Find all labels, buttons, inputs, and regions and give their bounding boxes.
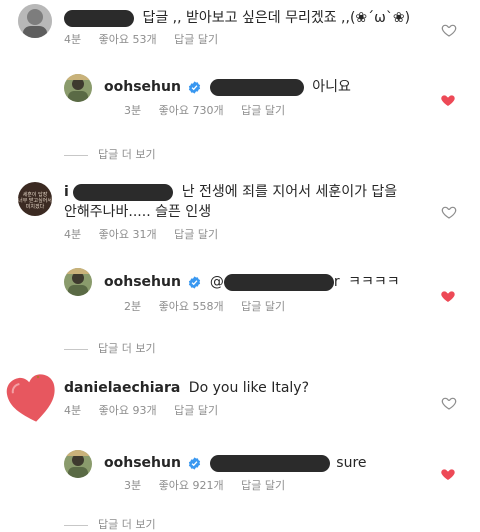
avatar[interactable]: [4, 370, 60, 426]
reply-time: 2분: [124, 300, 142, 313]
reply-row: oohsehun @ r ㅋㅋㅋㅋ 2분 좋아요 558개 답글 달기: [0, 264, 480, 324]
comment-username[interactable]: i: [64, 184, 69, 200]
reply-time: 3분: [124, 479, 142, 492]
comment-time: 4분: [64, 228, 82, 241]
heart-outline-icon[interactable]: [441, 395, 457, 411]
reply-row: oohsehun 아니요 3분 좋아요 730개 답글 달기: [0, 64, 480, 134]
redacted-mention: [209, 454, 330, 472]
like-count[interactable]: 좋아요 730개: [159, 104, 224, 117]
reply-button[interactable]: 답글 달기: [241, 300, 285, 313]
comment-row: danielaechiara Do you like Italy? 4분 좋아요…: [0, 366, 480, 436]
reply-meta: 2분 좋아요 558개 답글 달기: [124, 300, 299, 314]
reply-meta: 3분 좋아요 921개 답글 달기: [124, 479, 299, 493]
divider-dash: [64, 524, 88, 526]
reply-button[interactable]: 답글 달기: [174, 33, 218, 46]
reply-meta: 3분 좋아요 730개 답글 달기: [124, 104, 299, 118]
comment-row: 답글 ,, 받아보고 싶은데 무리겠죠 ,,(❀´ω`❀) 4분 좋아요 53개…: [0, 0, 480, 60]
reply-row: oohsehun sure 3분 좋아요 921개 답글 달기: [0, 446, 480, 506]
comment-time: 4분: [64, 33, 82, 46]
heart-avatar-icon: [6, 374, 55, 422]
like-count[interactable]: 좋아요 53개: [99, 33, 157, 46]
comment-text: Do you like Italy?: [188, 380, 310, 396]
avatar-image-icon: [64, 450, 92, 478]
redacted-mention: [223, 273, 334, 291]
svg-text:미치겠다: 미치겠다: [26, 203, 45, 210]
view-more-replies-label: 답글 더 보기: [98, 148, 156, 161]
heart-outline-icon[interactable]: [441, 22, 457, 38]
view-more-replies-label: 답글 더 보기: [98, 342, 156, 355]
reply-button[interactable]: 답글 달기: [241, 479, 285, 492]
comment-text-line2: 안해주나바..... 슬픈 인생: [64, 204, 212, 220]
heart-icon[interactable]: [440, 92, 456, 108]
divider-dash: [64, 154, 88, 156]
svg-text:너무 받고싶어서: 너무 받고싶어서: [18, 197, 52, 204]
avatar-image-icon: [64, 74, 92, 102]
reply-text-line: oohsehun 아니요: [104, 78, 351, 96]
like-count[interactable]: 좋아요 558개: [159, 300, 224, 313]
reply-username[interactable]: oohsehun: [104, 455, 181, 471]
reply-text: 아니요: [312, 79, 351, 95]
comment-time: 4분: [64, 404, 82, 417]
avatar-image-icon: 세훈이 답장 너무 받고싶어서 미치겠다: [18, 182, 52, 216]
reply-button[interactable]: 답글 달기: [174, 404, 218, 417]
like-count[interactable]: 좋아요 31개: [99, 228, 157, 241]
avatar[interactable]: [64, 450, 92, 478]
comment-text: 답글 ,, 받아보고 싶은데 무리겠죠 ,,(❀´ω`❀): [142, 10, 411, 26]
avatar[interactable]: [18, 4, 52, 38]
redacted-mention: [209, 78, 304, 96]
avatar[interactable]: [64, 74, 92, 102]
avatar[interactable]: [64, 268, 92, 296]
avatar-image-icon: [18, 4, 52, 38]
verified-badge-icon: [189, 456, 201, 470]
view-more-replies-button[interactable]: 답글 더 보기: [64, 148, 156, 162]
comment-text-line: danielaechiara Do you like Italy?: [64, 379, 309, 397]
reply-text-line: oohsehun @ r ㅋㅋㅋㅋ: [104, 273, 400, 291]
reply-text: sure: [336, 455, 367, 471]
comment-meta: 4분 좋아요 93개 답글 달기: [64, 404, 232, 418]
reply-text-line: oohsehun sure: [104, 454, 367, 472]
comment-text-line: i 난 전생에 죄를 지어서 세훈이가 답을: [64, 183, 397, 201]
avatar-image-icon: [64, 268, 92, 296]
mention-at: @: [209, 274, 224, 290]
heart-icon[interactable]: [440, 288, 456, 304]
view-more-replies-button[interactable]: 답글 더 보기: [64, 518, 156, 532]
view-more-replies-button[interactable]: 답글 더 보기: [64, 342, 156, 356]
comment-text-line1: 난 전생에 죄를 지어서 세훈이가 답을: [181, 184, 398, 200]
mention-tail: r: [333, 274, 340, 290]
reply-username[interactable]: oohsehun: [104, 79, 181, 95]
verified-badge-icon: [189, 275, 201, 289]
verified-badge-icon: [189, 80, 201, 94]
heart-outline-icon[interactable]: [441, 204, 457, 220]
avatar[interactable]: 세훈이 답장 너무 받고싶어서 미치겠다: [18, 182, 52, 216]
reply-time: 3분: [124, 104, 142, 117]
view-more-replies-label: 답글 더 보기: [98, 518, 156, 531]
reply-username[interactable]: oohsehun: [104, 274, 181, 290]
divider-dash: [64, 348, 88, 350]
like-count[interactable]: 좋아요 93개: [99, 404, 157, 417]
reply-button[interactable]: 답글 달기: [241, 104, 285, 117]
comment-text-line: 답글 ,, 받아보고 싶은데 무리겠죠 ,,(❀´ω`❀): [64, 9, 410, 27]
redacted-username: [64, 9, 134, 27]
comment-meta: 4분 좋아요 31개 답글 달기: [64, 228, 232, 242]
reply-text: ㅋㅋㅋㅋ: [348, 274, 400, 290]
reply-button[interactable]: 답글 달기: [174, 228, 218, 241]
redacted-username: [73, 183, 174, 201]
svg-text:세훈이 답장: 세훈이 답장: [23, 191, 48, 198]
heart-icon[interactable]: [440, 466, 456, 482]
comment-row: 세훈이 답장 너무 받고싶어서 미치겠다 i 난 전생에 죄를 지어서 세훈이가…: [0, 178, 480, 248]
comment-username[interactable]: danielaechiara: [64, 380, 180, 396]
like-count[interactable]: 좋아요 921개: [159, 479, 224, 492]
comment-meta: 4분 좋아요 53개 답글 달기: [64, 33, 232, 47]
